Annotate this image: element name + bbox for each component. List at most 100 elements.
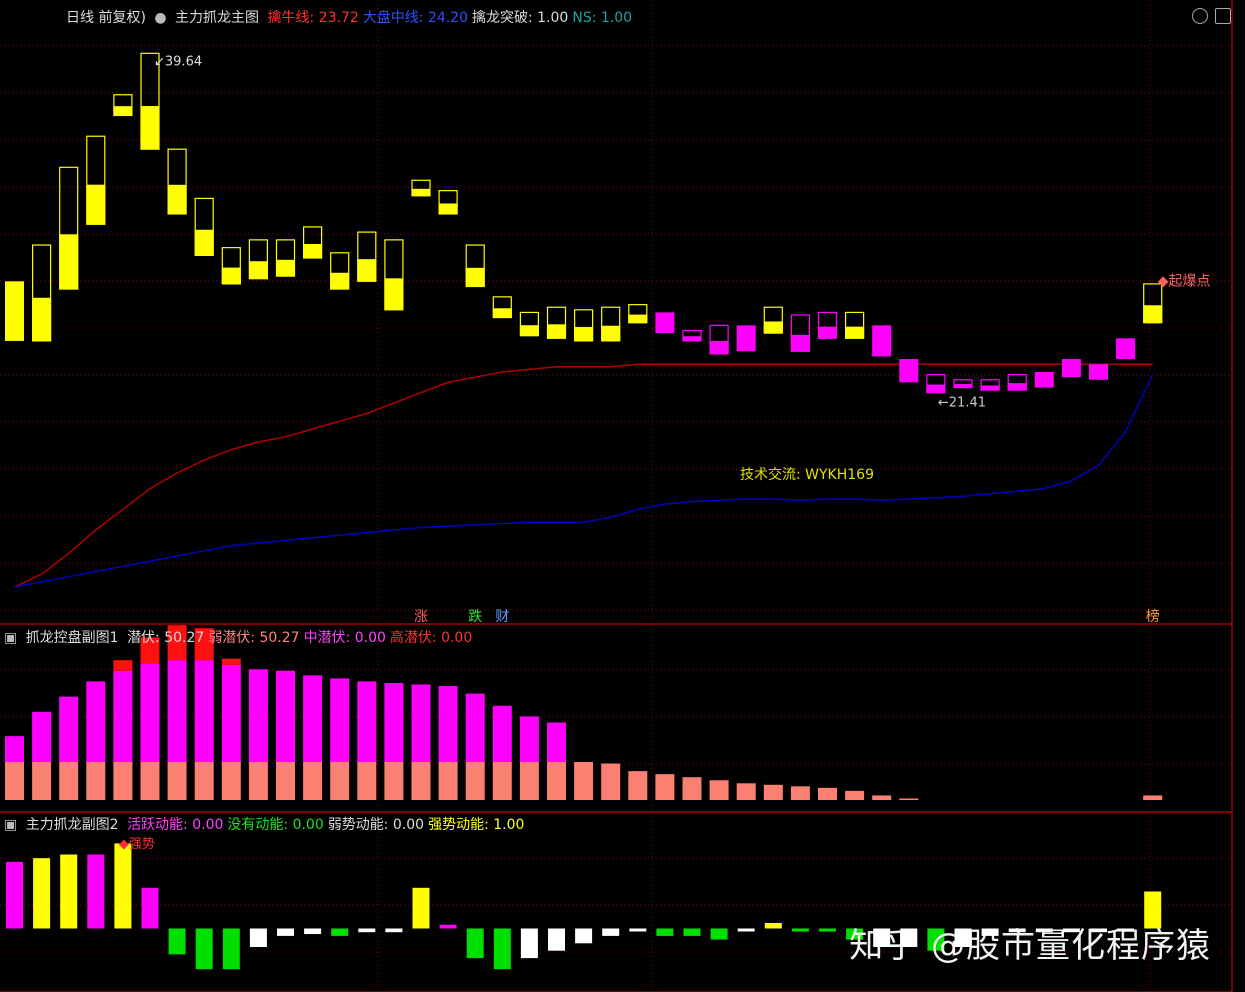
sub2-bar	[331, 928, 349, 936]
sub1-value-1: 弱潜伏: 50.27	[208, 630, 300, 646]
sub2-bar	[602, 928, 620, 936]
sub1-bar	[547, 722, 566, 762]
sub1-bar	[1143, 795, 1163, 800]
event-marker: 跌	[468, 609, 482, 625]
candle-body-fill	[194, 229, 214, 256]
sub1-bar	[194, 660, 214, 762]
candle-body-fill	[601, 325, 621, 341]
candle-body-fill	[574, 326, 594, 341]
period-label[interactable]: 日线 前复权)	[66, 10, 146, 26]
maximize-icon[interactable]	[1215, 8, 1231, 24]
sub2-bar	[114, 843, 132, 929]
restore-icon[interactable]	[1192, 8, 1208, 24]
sub2-bar	[141, 887, 159, 929]
sub1-bar	[872, 795, 892, 800]
sub1-bar	[303, 675, 323, 762]
sub1-bar	[899, 798, 919, 800]
sub1-bar	[628, 771, 648, 800]
sub2-bar	[33, 858, 51, 929]
sub1-bar	[221, 664, 241, 762]
sub2-bar	[737, 928, 755, 932]
sub1-bar	[221, 762, 241, 800]
candle-body-fill	[628, 314, 648, 323]
sub1-bar	[303, 762, 323, 800]
candle-body-fill	[411, 188, 431, 196]
sub1-bar	[86, 681, 106, 762]
sub2-bar	[656, 928, 674, 936]
breakout-signal-label: ◆起爆点	[1158, 273, 1211, 289]
candle-body-fill	[682, 336, 702, 341]
main-value-2: 擒龙突破: 1.00	[472, 10, 569, 26]
sub1-bar	[519, 716, 539, 762]
sub2-bar	[168, 928, 186, 955]
candle-body-fill	[276, 259, 295, 277]
event-marker: 财	[495, 609, 509, 625]
sub2-bar	[493, 928, 511, 970]
candle-body-fill	[221, 267, 241, 284]
candle-body-fill	[492, 308, 512, 318]
candle	[1116, 338, 1136, 360]
sub2-bar	[683, 928, 701, 936]
sub1-bar	[465, 693, 485, 762]
sub2-indicator-name[interactable]: 主力抓龙副图2	[26, 817, 119, 833]
sub1-bar	[330, 762, 350, 800]
sub1-bar	[357, 681, 377, 762]
candle-body-fill	[167, 184, 187, 214]
sub2-bar	[412, 887, 430, 929]
sub1-bar	[845, 790, 865, 800]
candle	[1061, 359, 1081, 378]
candle-body-fill	[790, 334, 810, 352]
strong-signal-label: ◆强势	[119, 836, 155, 852]
watermark: 知乎 @股市量化程序猿	[849, 926, 1211, 966]
sub1-bar	[411, 684, 431, 762]
event-marker: 涨	[414, 609, 428, 625]
sub1-bar	[547, 762, 566, 800]
sub2-value-2: 弱势动能: 0.00	[327, 817, 425, 833]
sub1-bar	[86, 762, 106, 800]
candle	[655, 312, 675, 334]
sub1-bar	[113, 762, 133, 800]
low-price-label: ←21.41	[938, 396, 986, 411]
sub2-value-1: 没有动能: 0.00	[227, 817, 324, 833]
candle-body-fill	[384, 278, 404, 310]
sub1-value-2: 中潜伏: 0.00	[303, 630, 386, 646]
sub2-bar	[60, 854, 78, 929]
candle-body-fill	[32, 297, 52, 341]
candle-body-fill	[140, 106, 160, 150]
sub1-bar	[763, 784, 783, 800]
chevron-down-icon[interactable]: ▣	[4, 630, 17, 646]
sub1-bar	[32, 711, 52, 762]
candle	[1089, 364, 1108, 380]
sub2-bar	[439, 924, 457, 929]
chevron-down-icon[interactable]: ▣	[4, 817, 17, 833]
contact-label: 技术交流: WYKH169	[740, 466, 874, 483]
sub1-bar	[167, 762, 187, 800]
candle-body-fill	[845, 326, 865, 339]
candle-body-fill	[1143, 305, 1163, 323]
sub2-bar	[195, 928, 213, 970]
candle	[899, 359, 919, 383]
chevron-down-icon[interactable]: ●	[154, 10, 166, 26]
candle-body-fill	[113, 106, 133, 116]
sub1-bar	[140, 762, 160, 800]
candle-body-fill	[519, 325, 539, 336]
sub1-bar	[492, 762, 512, 800]
sub1-bar	[411, 762, 431, 800]
sub1-bar	[276, 762, 295, 800]
sub2-bar	[385, 928, 403, 933]
main-indicator-name[interactable]: 主力抓龙主图	[175, 10, 259, 26]
sub1-bar	[113, 670, 133, 762]
candle	[872, 325, 892, 357]
sub2-bar	[629, 928, 647, 932]
sub1-bar	[438, 686, 458, 762]
sub1-bar	[113, 660, 133, 671]
candle-body-fill	[303, 244, 323, 258]
sub1-bar	[601, 763, 621, 800]
sub2-bar	[249, 928, 267, 947]
candle-body-fill	[59, 234, 79, 290]
sub1-bar	[167, 660, 187, 762]
main-value-1: 大盘中线: 24.20	[362, 10, 468, 26]
sub1-indicator-name[interactable]: 抓龙控盘副图1	[26, 630, 119, 646]
candle-body-fill	[953, 384, 973, 388]
sub1-bar	[330, 678, 350, 762]
